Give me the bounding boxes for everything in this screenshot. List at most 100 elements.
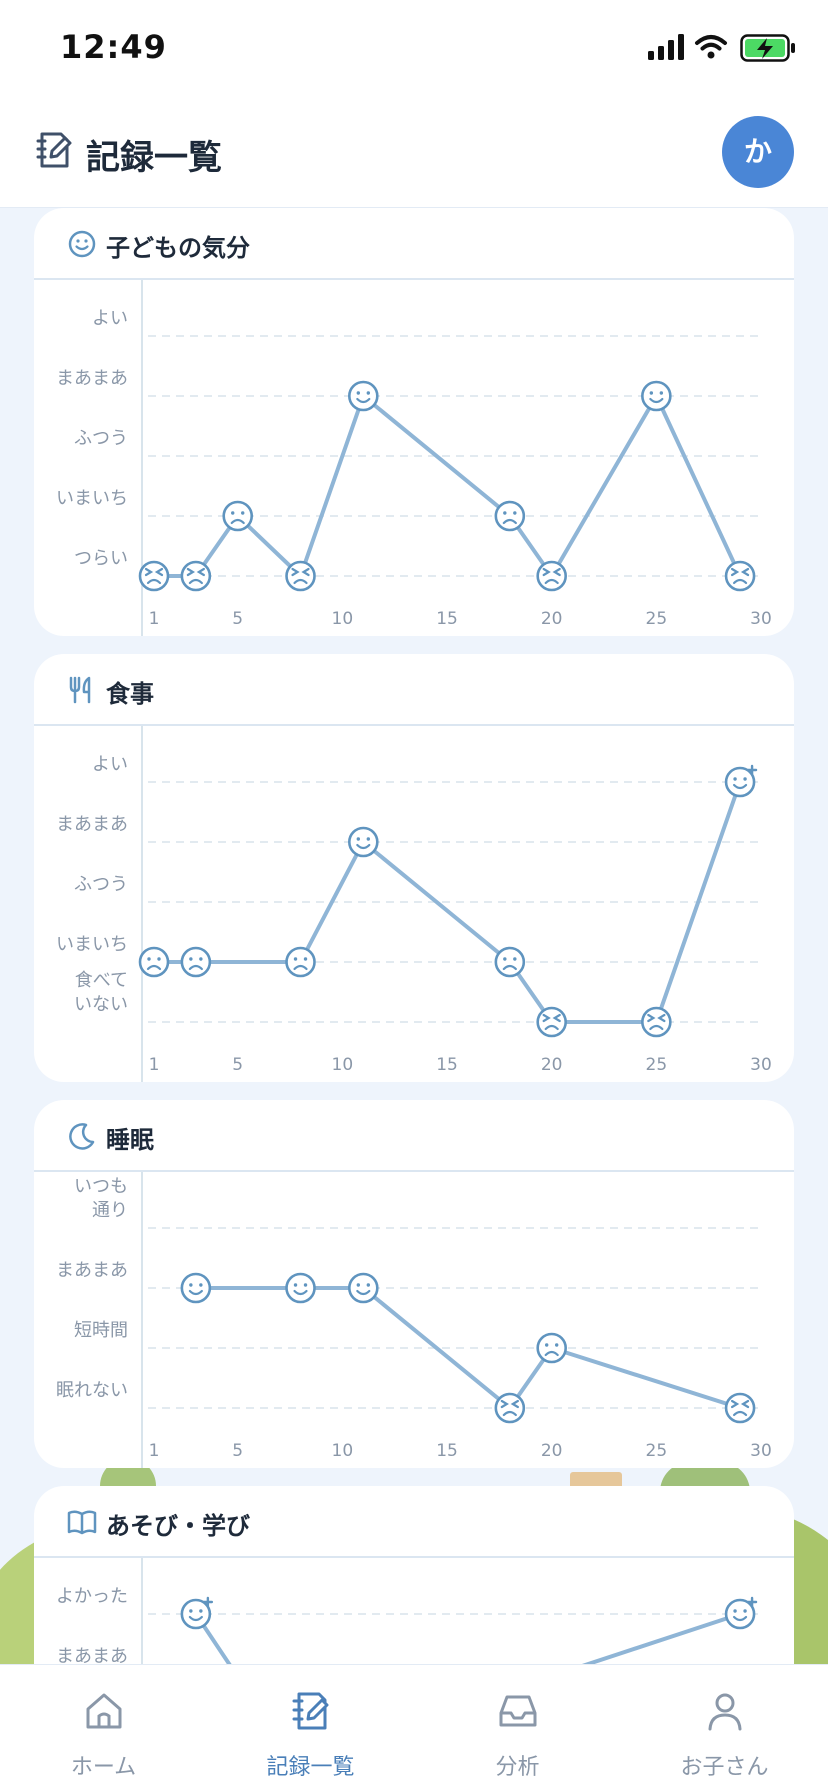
play-learning-line-chart: よかったまあまあ (56, 1558, 764, 1664)
x-tick-label: 25 (646, 609, 668, 629)
tab-label: ホーム (70, 1755, 137, 1780)
y-tick-label: いつも (74, 1176, 128, 1197)
y-tick-label: よかった (56, 1586, 128, 1607)
data-point-bad-face-icon (724, 1392, 756, 1424)
avatar[interactable]: か (722, 116, 794, 188)
x-tick-label: 15 (436, 1055, 458, 1075)
status-time: 12:49 (60, 28, 167, 66)
tab-label: 分析 (495, 1755, 540, 1780)
x-tick-label: 30 (750, 609, 772, 629)
data-point-happy-face-icon (348, 380, 379, 412)
x-tick-label: 15 (436, 1441, 458, 1461)
y-tick-label: まあまあ (56, 814, 128, 835)
y-tick-label: まあまあ (56, 368, 128, 389)
data-point-happy-face-icon (285, 1272, 316, 1304)
y-tick-label: まあまあ (56, 1260, 128, 1281)
y-tick-label: まあまあ (56, 1646, 128, 1664)
x-tick-label: 20 (541, 1441, 563, 1461)
x-tick-label: 30 (750, 1055, 772, 1075)
x-tick-label: 25 (646, 1441, 668, 1461)
y-tick-label: いない (74, 994, 128, 1015)
x-tick-label: 1 (149, 1055, 160, 1075)
book-icon (67, 1510, 97, 1535)
inbox-icon (499, 1695, 537, 1727)
data-point-sad-face-icon (138, 946, 170, 978)
card-header: 子どもの気分 (34, 208, 794, 280)
data-point-bad-face-icon (180, 560, 212, 592)
sleep-chart-card: 睡眠 いつも 通り まあまあ 短時間 眠れない 1 5 10 15 20 25 30 (34, 1100, 794, 1468)
status-bar: 12:49 (0, 0, 828, 96)
data-point-bad-face-icon (641, 1006, 672, 1038)
tab-child[interactable]: お子さん (621, 1665, 828, 1792)
page-title: 記録一覧 (86, 138, 222, 178)
mood-line-chart: よいまあまあふつういまいちつらい1 5 10 15 20 25 30 (56, 280, 772, 636)
x-tick-label: 25 (646, 1055, 668, 1075)
signal-icon (648, 34, 684, 60)
meal-line-chart: よいまあまあふつういまいち食べていない1 5 10 15 20 25 30 (56, 726, 772, 1082)
y-tick-label: 眠れない (56, 1380, 128, 1401)
y-tick-label: 食べて (75, 970, 128, 991)
notebook-icon (292, 1692, 329, 1730)
y-tick-label: いまいち (56, 488, 128, 509)
card-header: 食事 (34, 654, 794, 726)
data-point-bad-face-icon (724, 560, 756, 592)
records-scroll-area[interactable]: 子どもの気分 よい まあまあ ふつう いまいち つらい 1 5 10 15 20 25 30 食事 よ… (0, 208, 828, 1664)
y-tick-label: よい (92, 308, 128, 329)
card-header: 睡眠 (34, 1100, 794, 1172)
notebook-edit-icon (36, 132, 72, 168)
card-header: あそび・学び (34, 1486, 794, 1558)
data-point-sad-face-icon (536, 1332, 567, 1364)
tab-label: 記録一覧 (266, 1755, 355, 1780)
tab-records[interactable]: 記録一覧 (207, 1665, 414, 1792)
data-point-bad-face-icon (285, 560, 316, 592)
play-learning-chart-card: あそび・学び よかったまあまあ (34, 1486, 794, 1664)
x-tick-label: 20 (541, 609, 563, 629)
data-point-bad-face-icon (138, 560, 170, 592)
card-title: 睡眠 (106, 1126, 154, 1154)
x-tick-label: 5 (232, 1055, 243, 1075)
utensils-icon (69, 676, 91, 704)
tab-label: お子さん (680, 1755, 769, 1780)
y-tick-label: 通り (92, 1200, 128, 1221)
app-header: 記録一覧 か (0, 96, 828, 208)
y-tick-label: 短時間 (74, 1320, 128, 1341)
data-point-sad-face-icon (222, 500, 254, 532)
mood-chart-card: 子どもの気分 よい まあまあ ふつう いまいち つらい 1 5 10 15 20 25 30 (34, 208, 794, 636)
x-tick-label: 5 (232, 1441, 243, 1461)
data-point-sad-face-icon (180, 946, 212, 978)
tab-home[interactable]: ホーム (0, 1665, 207, 1792)
data-point-bad-face-icon (536, 1006, 567, 1038)
y-tick-label: ふつう (74, 874, 128, 895)
data-point-bad-face-icon (494, 1392, 526, 1424)
home-icon (86, 1693, 122, 1729)
data-point-sad-face-icon (494, 946, 526, 978)
x-tick-label: 1 (149, 609, 160, 629)
battery-charging-icon (740, 34, 795, 62)
x-tick-label: 15 (436, 609, 458, 629)
x-tick-label: 10 (332, 609, 354, 629)
data-point-sad-face-icon (494, 500, 526, 532)
wifi-icon (695, 35, 727, 59)
tab-analysis[interactable]: 分析 (414, 1665, 621, 1792)
x-tick-label: 5 (232, 609, 243, 629)
x-tick-label: 1 (149, 1441, 160, 1461)
y-tick-label: よい (92, 754, 128, 775)
data-point-happy-face-icon (641, 380, 672, 412)
meal-chart-card: 食事 よい まあまあ ふつう いまいち 食べて いない 1 5 10 15 20 25 30 (34, 654, 794, 1082)
bottom-tab-bar: ホーム 記録一覧 分析 お子さん (0, 1664, 828, 1792)
x-tick-label: 10 (332, 1441, 354, 1461)
smile-icon (68, 230, 96, 258)
sleep-line-chart: いつも通りまあまあ短時間眠れない1 5 10 15 20 25 30 (56, 1172, 772, 1468)
data-point-sad-face-icon (285, 946, 316, 978)
data-point-bad-face-icon (536, 560, 567, 592)
y-tick-label: つらい (74, 548, 128, 569)
series-line (154, 394, 742, 578)
x-tick-label: 20 (541, 1055, 563, 1075)
card-title: あそび・学び (106, 1512, 250, 1540)
data-point-great-face-icon (180, 1596, 214, 1630)
data-point-great-face-icon (724, 1596, 758, 1630)
data-point-happy-face-icon (180, 1272, 212, 1304)
y-tick-label: ふつう (74, 428, 128, 449)
card-title: 子どもの気分 (106, 234, 250, 262)
x-tick-label: 10 (332, 1055, 354, 1075)
